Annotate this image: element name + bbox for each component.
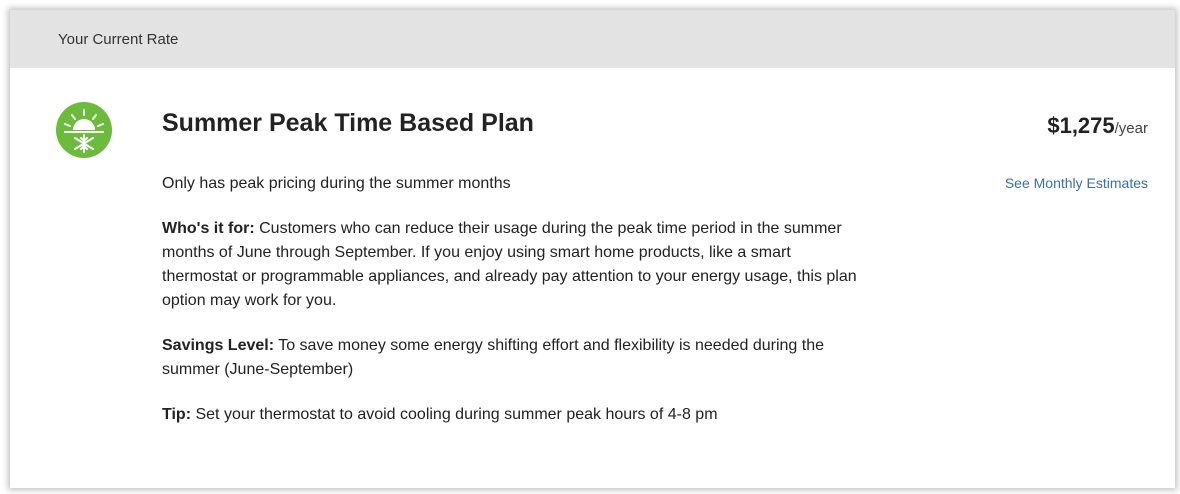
see-monthly-estimates-link[interactable]: See Monthly Estimates xyxy=(1005,175,1148,191)
savings-level-paragraph: Savings Level: To save money some energy… xyxy=(162,334,862,382)
who-its-for-paragraph: Who's it for: Customers who can reduce t… xyxy=(162,217,862,313)
savings-level-label: Savings Level: xyxy=(162,337,275,354)
price-amount: $1,275 xyxy=(1047,113,1115,138)
plan-title: Summer Peak Time Based Plan xyxy=(162,109,534,137)
card-header: Your Current Rate xyxy=(10,10,1175,68)
who-its-for-text: Customers who can reduce their usage dur… xyxy=(162,220,857,309)
who-its-for-label: Who's it for: xyxy=(162,220,255,237)
card-header-title: Your Current Rate xyxy=(58,30,179,48)
price-unit: /year xyxy=(1114,120,1148,137)
tip-label: Tip: xyxy=(162,406,192,423)
tip-text: Set your thermostat to avoid cooling dur… xyxy=(191,406,718,423)
tip-paragraph: Tip: Set your thermostat to avoid coolin… xyxy=(162,403,862,427)
current-rate-card: Your Current Rate Summer Peak Time Based… xyxy=(10,10,1175,488)
plan-price: $1,275/year xyxy=(1047,113,1148,139)
plan-description: Only has peak pricing during the summer … xyxy=(162,172,862,448)
plan-subtitle: Only has peak pricing during the summer … xyxy=(162,175,511,192)
sun-snowflake-icon xyxy=(56,102,112,158)
